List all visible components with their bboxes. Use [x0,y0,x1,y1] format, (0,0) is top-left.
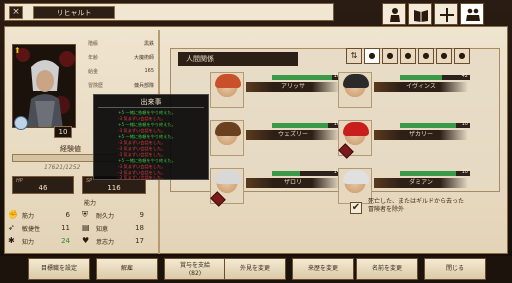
coin-icon[interactable]: ● [400,48,416,64]
ability-willpower: ♥ 意志力 17 [82,236,144,246]
mood-icon [14,116,28,130]
event-line: -3 気まずい会話をした。 [118,175,166,180]
level-badge: 10 [54,126,72,138]
stat-row: 年齢 大魔術師 [88,55,154,61]
feather-icon: ➶ [8,223,15,232]
relation-bar: 10 [400,169,470,176]
relation-name: アリッサ [246,82,340,92]
change-name-button[interactable]: 名前を変更 [356,258,418,280]
ability-intellect: ✱ 知力 24 [8,236,70,246]
exp-value: 17621/1252 [44,164,81,171]
exclude-checkbox[interactable]: ✔ [350,202,362,214]
plus-icon[interactable] [434,3,458,25]
relation-card[interactable]: 10 アリッサ [210,72,342,108]
coin-icon[interactable]: ● [436,48,452,64]
avatar [210,72,244,108]
coin-icon[interactable]: ● [418,48,434,64]
ability-header: 能力 [84,200,97,207]
relation-name: ウェズリー [246,130,340,140]
popup-title: 出来事 [140,98,162,106]
stat-row: 冒険歴 傭兵部隊 [88,83,154,89]
change-history-button[interactable]: 来歴を変更 [292,258,354,280]
ability-wisdom: ▤ 知恵 18 [82,223,144,233]
ability-endurance: ⛨ 耐久力 9 [82,210,144,220]
coin-icon[interactable]: ● [382,48,398,64]
relations-title: 人間関係 [178,52,298,66]
relation-bar: 42 [400,73,470,80]
heart-icon: ♥ [82,236,90,245]
relation-bar: 10 [272,121,342,128]
relation-card[interactable]: 14 ザロリ [210,168,342,207]
hp-box: HP 46 [12,176,74,194]
events-popup: 出来事 +5 一緒に依頼をやり終えた。 -3 気まずい会話をした。 +5 一緒に… [93,94,209,180]
relation-name: ザカリー [374,130,468,140]
relation-name: ザロリ [246,178,340,188]
shield-icon: ⛨ [82,210,88,219]
person-icon[interactable] [382,3,406,25]
popup-divider [98,107,204,108]
stat-row: 階級 黒鉄 [88,41,154,47]
sort-icon[interactable]: ⇅ [346,48,362,64]
top-tabs [382,3,508,25]
filter-bar: ⇅ ● ● ● ● ● ● [342,48,506,64]
relation-bar: 10 [272,73,342,80]
coin-icon[interactable]: ● [454,48,470,64]
window-title: リヒャルト [33,6,115,19]
dismiss-button[interactable]: 解雇 [96,258,158,280]
group-icon[interactable] [460,3,484,25]
arrow-up-icon: ⬆ [14,46,21,55]
relation-name: イヴィンス [374,82,468,92]
relation-name: ダミアン [374,178,468,188]
set-goal-button[interactable]: 目標職を設定 [28,258,90,280]
ability-strength: ✊ 筋力 6 [8,210,70,220]
exclude-label: 死亡した、またはギルドから去った 冒険者を除外 [368,198,465,213]
bonus-button[interactable]: 賞与を支給 (82) [164,258,226,280]
ability-agility: ➶ 敏捷性 11 [8,223,70,233]
avatar [338,72,372,108]
relation-card[interactable]: 42 イヴィンス [338,72,470,108]
relation-bar: 10 [400,121,470,128]
relation-bar: 14 [272,169,342,176]
relation-card[interactable]: 10 ウェズリー [210,120,342,156]
book-icon: ▤ [82,223,90,232]
title-bar: × リヒャルト [4,3,334,21]
exp-label: 経験値 [60,145,81,153]
brain-icon: ✱ [8,236,15,245]
close-button[interactable]: 閉じる [424,258,486,280]
relation-card[interactable]: 10 ザカリー [338,120,470,159]
book-icon[interactable] [408,3,432,25]
x-icon[interactable]: × [9,6,23,19]
avatar [210,120,244,156]
change-appearance-button[interactable]: 外見を変更 [224,258,286,280]
stat-row: 給金 165 [88,68,154,75]
bottom-bar: 目標職を設定 解雇 賞与を支給 (82) 外見を変更 来歴を変更 名前を変更 閉… [0,256,512,283]
exclude-dead-option[interactable]: ✔ 死亡した、またはギルドから去った 冒険者を除外 [346,196,506,226]
coin-icon[interactable]: ● [364,48,380,64]
fist-icon: ✊ [8,210,18,219]
